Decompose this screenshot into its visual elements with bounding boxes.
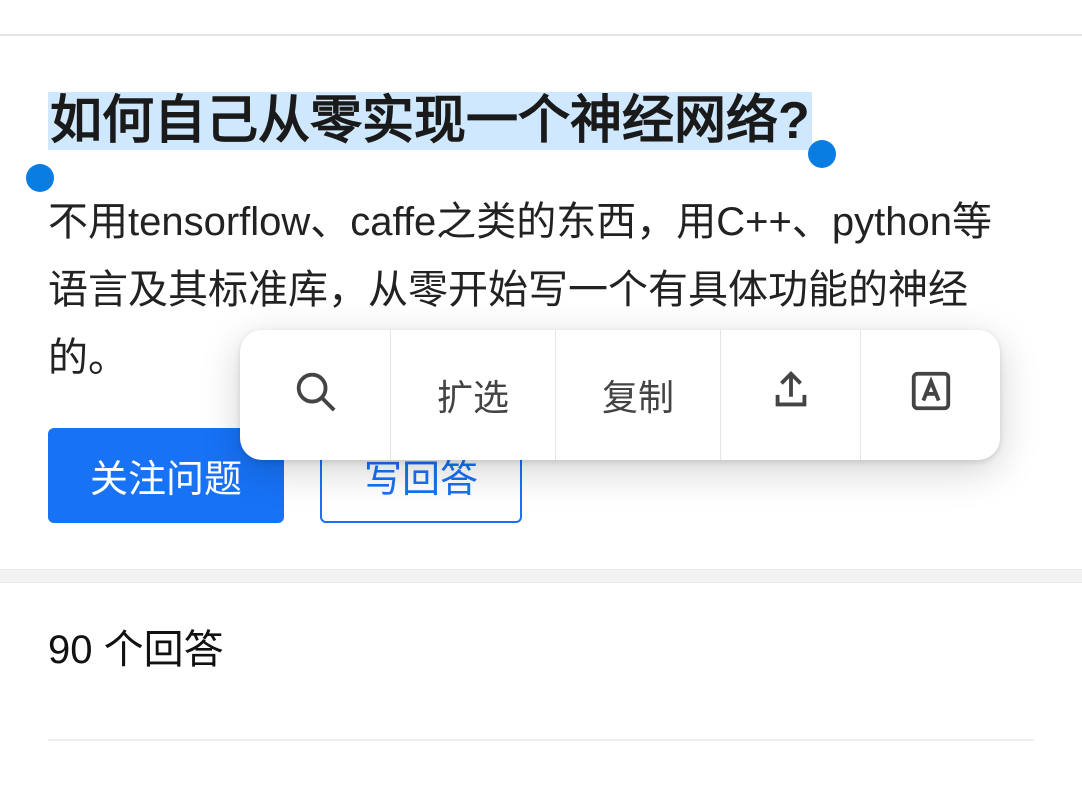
answers-divider <box>48 739 1034 741</box>
context-menu-copy[interactable]: 复制 <box>555 330 720 460</box>
question-title-wrap: 如何自己从零实现一个神经网络? <box>48 86 812 156</box>
context-menu-translate[interactable] <box>860 330 1000 460</box>
top-bar <box>0 0 1082 36</box>
context-menu-search[interactable] <box>240 330 390 460</box>
question-description-text-after: 的。 <box>48 336 128 380</box>
question-title[interactable]: 如何自己从零实现一个神经网络? <box>48 92 812 150</box>
selection-handle-right[interactable] <box>808 140 836 168</box>
question-description-text-before: 不用tensorflow、caffe之类的东西，用C++、python等语言及其… <box>48 200 992 312</box>
search-icon <box>292 368 338 423</box>
share-icon <box>768 368 814 423</box>
section-divider <box>0 569 1082 583</box>
translate-icon <box>908 368 954 423</box>
context-menu-share[interactable] <box>720 330 860 460</box>
text-selection-context-menu: 扩选 复制 <box>240 330 1000 460</box>
answers-count: 90 个回答 <box>0 583 1082 709</box>
selection-handle-left[interactable] <box>26 164 54 192</box>
context-menu-expand-selection[interactable]: 扩选 <box>390 330 555 460</box>
